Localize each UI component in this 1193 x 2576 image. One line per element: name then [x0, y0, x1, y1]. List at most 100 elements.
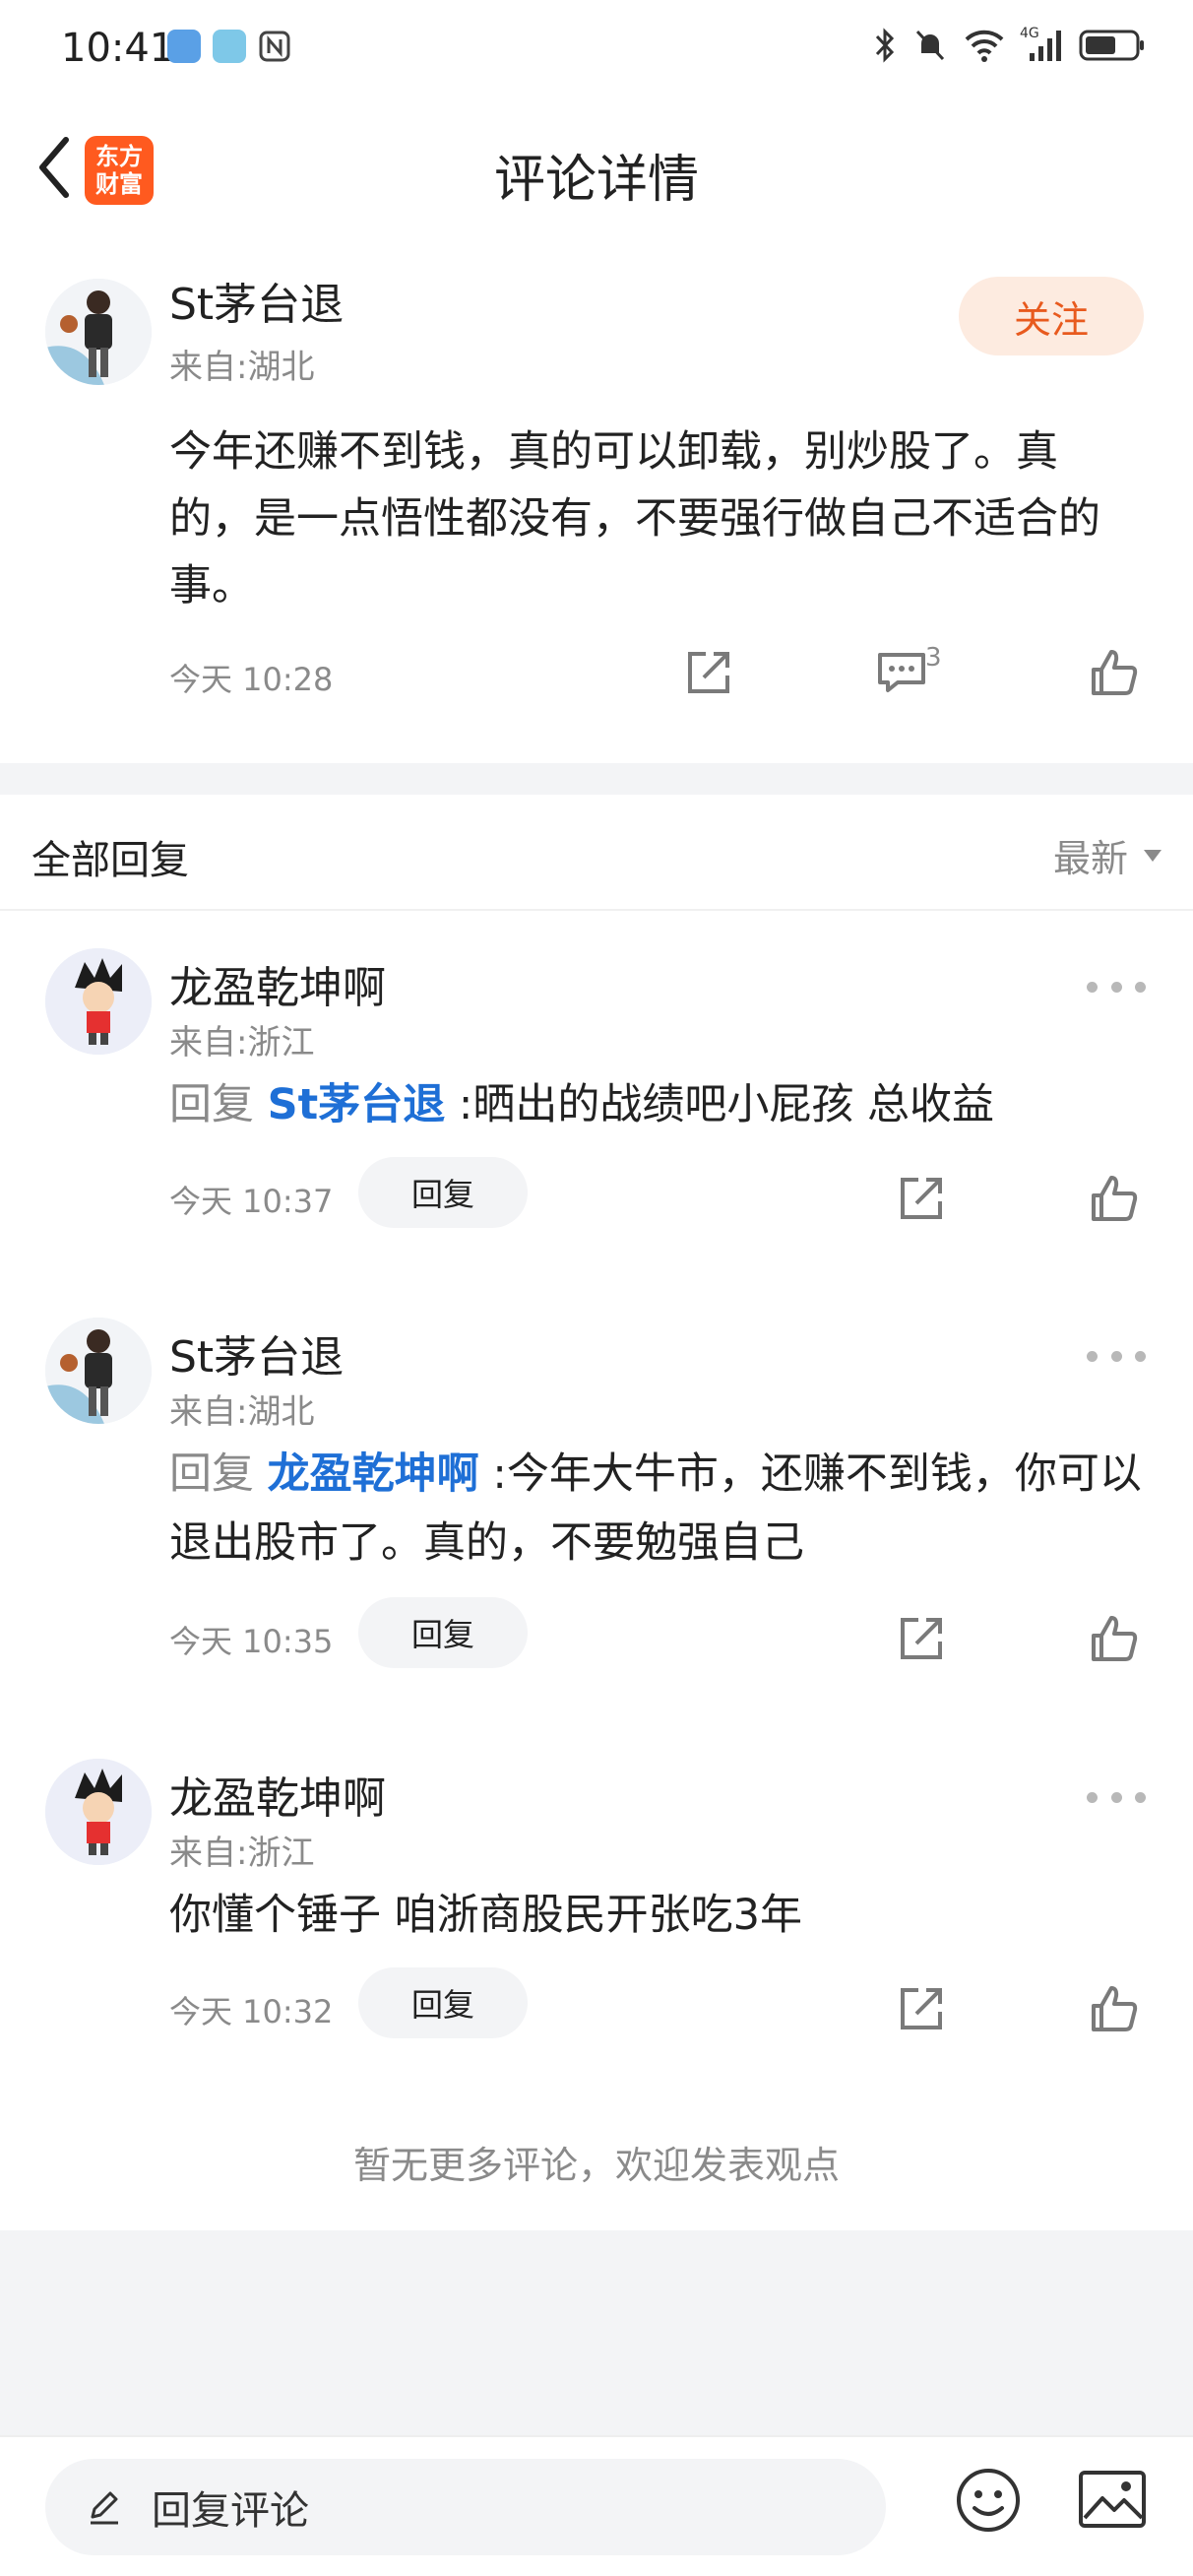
- cartoon-notification-icon: [213, 30, 246, 63]
- more-dot: [1110, 981, 1122, 993]
- share-button[interactable]: [892, 1169, 951, 1228]
- reply-comment-input[interactable]: 回复评论: [45, 2459, 886, 2555]
- user-avatar-image: [45, 1759, 152, 1865]
- more-options-button[interactable]: [1087, 972, 1146, 1001]
- user-name[interactable]: St茅台退: [169, 269, 344, 332]
- cellular-signal-icon: 4G: [1020, 26, 1065, 65]
- more-options-button[interactable]: [1087, 1341, 1146, 1371]
- user-avatar-image: [45, 279, 152, 385]
- reply-prefix: 回复: [169, 1080, 254, 1129]
- avatar[interactable]: [45, 1759, 152, 1865]
- more-options-button[interactable]: [1087, 1782, 1146, 1812]
- reply-time: 今天 10:37: [169, 1183, 334, 1220]
- reply-text: 回复 St茅台退 :晒出的战绩吧小屁孩 总收益: [169, 1070, 1154, 1139]
- section-divider: [0, 763, 1193, 795]
- no-more-comments-text: 暂无更多评论，欢迎发表观点: [352, 2144, 840, 2187]
- share-button[interactable]: [892, 1609, 951, 1668]
- user-name[interactable]: St茅台退: [169, 1321, 344, 1385]
- sort-label: 最新: [1052, 837, 1128, 880]
- reply-text: 你懂个锤子 咱浙商股民开张吃3年: [169, 1881, 1154, 1950]
- more-dot: [1087, 1350, 1098, 1362]
- reply-time: 今天 10:35: [169, 1623, 334, 1660]
- mention-link[interactable]: 龙盈乾坤啊: [268, 1449, 479, 1499]
- comment-bubble-icon: [878, 653, 925, 692]
- thumbs-up-icon: [1092, 1616, 1138, 1661]
- more-dot: [1087, 1791, 1098, 1803]
- thumbs-up-icon: [1092, 1176, 1138, 1221]
- mute-bell-icon: [915, 30, 945, 61]
- main-comment: St茅台退 来自:湖北 关注 今年还赚不到钱，真的可以卸载，别炒股了。真的，是一…: [0, 241, 1193, 763]
- user-avatar-image: [45, 1318, 152, 1424]
- user-avatar-image: [45, 948, 152, 1055]
- bluetooth-icon: [875, 28, 895, 63]
- user-location: 来自:浙江: [169, 1834, 315, 1873]
- like-button[interactable]: [1085, 1169, 1144, 1228]
- share-button[interactable]: [679, 643, 738, 702]
- avatar[interactable]: [45, 1318, 152, 1424]
- user-location: 来自:浙江: [169, 1023, 315, 1063]
- like-button[interactable]: [1085, 643, 1144, 702]
- reply-item: 龙盈乾坤啊 来自:浙江 回复 St茅台退 :晒出的战绩吧小屁孩 总收益 今天 1…: [0, 911, 1193, 1246]
- sort-dropdown[interactable]: 最新: [1053, 828, 1163, 882]
- emoji-button[interactable]: [953, 2465, 1024, 2536]
- empty-area: [0, 2230, 1193, 2435]
- like-button[interactable]: [1085, 1979, 1144, 2038]
- mention-separator: :: [458, 1080, 473, 1129]
- reply-body: 你懂个锤子 咱浙商股民开张吃3年: [169, 1891, 803, 1940]
- user-name[interactable]: 龙盈乾坤啊: [169, 952, 386, 1015]
- app-notification-icon: [167, 30, 201, 63]
- like-button[interactable]: [1085, 1609, 1144, 1668]
- reply-text: 回复 龙盈乾坤啊 :今年大牛市，还赚不到钱，你可以退出股市了。真的，不要勉强自己: [169, 1440, 1154, 1578]
- avatar[interactable]: [45, 948, 152, 1055]
- user-location: 来自:湖北: [169, 1392, 315, 1432]
- share-icon: [901, 1988, 942, 2029]
- all-replies-title: 全部回复: [31, 838, 189, 883]
- nav-bar: 东方 财富 评论详情: [0, 98, 1193, 241]
- reply-button[interactable]: 回复: [358, 1597, 528, 1668]
- comment-time: 今天 10:28: [169, 661, 334, 698]
- nfc-icon: [259, 31, 290, 62]
- reply-item: St茅台退 来自:湖北 回复 龙盈乾坤啊 :今年大牛市，还赚不到钱，你可以退出股…: [0, 1280, 1193, 1684]
- thumbs-up-icon: [1092, 1986, 1138, 2031]
- share-icon: [688, 652, 729, 693]
- thumbs-up-icon: [1092, 650, 1138, 695]
- user-location: 来自:湖北: [169, 348, 315, 387]
- reply-button[interactable]: 回复: [358, 1967, 528, 2038]
- user-name[interactable]: 龙盈乾坤啊: [169, 1763, 386, 1826]
- mention-link[interactable]: St茅台退: [268, 1080, 446, 1129]
- comment-count-badge: 3: [925, 643, 942, 673]
- comment-text: 今年还赚不到钱，真的可以卸载，别炒股了。真的，是一点悟性都没有，不要强行做自己不…: [169, 427, 1100, 611]
- avatar[interactable]: [45, 279, 152, 385]
- image-button[interactable]: [1077, 2469, 1148, 2530]
- smiley-icon: [957, 2469, 1020, 2532]
- reply-item: 龙盈乾坤啊 来自:浙江 你懂个锤子 咱浙商股民开张吃3年 今天 10:32 回复: [0, 1721, 1193, 2056]
- more-dot: [1110, 1350, 1122, 1362]
- share-icon: [901, 1618, 942, 1659]
- more-dot: [1135, 1350, 1146, 1362]
- wifi-icon: [965, 30, 1004, 62]
- triangle-down-icon: [1144, 849, 1162, 862]
- more-dot: [1135, 1791, 1146, 1803]
- status-time: 10:41: [61, 26, 175, 71]
- page-title: 评论详情: [493, 151, 699, 210]
- status-indicators: 4G: [872, 26, 1146, 65]
- reply-input-placeholder: 回复评论: [152, 2488, 309, 2534]
- share-button[interactable]: [892, 1979, 951, 2038]
- image-icon: [1079, 2471, 1146, 2528]
- battery-icon: [1079, 30, 1144, 61]
- follow-button[interactable]: 关注: [959, 277, 1144, 355]
- reply-body: 晒出的战绩吧小屁孩 总收益: [472, 1080, 995, 1129]
- more-dot: [1110, 1791, 1122, 1803]
- more-dot: [1087, 981, 1098, 993]
- reply-prefix: 回复: [169, 1449, 254, 1499]
- status-app-icons: [167, 30, 291, 63]
- reply-button[interactable]: 回复: [358, 1157, 528, 1228]
- mention-separator: :: [492, 1449, 507, 1499]
- replies-header: 全部回复 最新: [0, 795, 1193, 911]
- share-icon: [901, 1178, 942, 1219]
- status-bar: 10:41 4G: [0, 0, 1193, 98]
- more-dot: [1135, 981, 1146, 993]
- comment-count-button[interactable]: [872, 643, 931, 702]
- reply-time: 今天 10:32: [169, 1993, 334, 2030]
- pencil-icon: [91, 2491, 118, 2525]
